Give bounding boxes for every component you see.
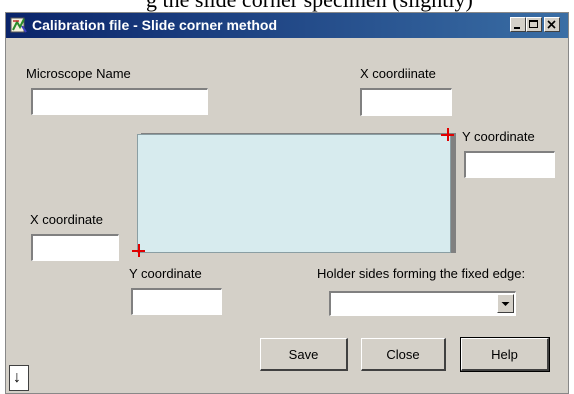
top-right-corner-marker	[441, 128, 454, 141]
bottom-left-y-label: Y coordinate	[129, 266, 202, 281]
top-right-x-input[interactable]	[362, 90, 451, 115]
top-right-x-field[interactable]	[360, 88, 452, 116]
microscope-name-label: Microscope Name	[26, 66, 131, 81]
bottom-left-x-input[interactable]	[33, 236, 118, 260]
bottom-left-y-input[interactable]	[133, 290, 221, 314]
dropdown-arrow-button[interactable]	[497, 294, 514, 313]
document-caption-fragment: g the slide corner specimen (slightly)	[0, 0, 574, 12]
top-right-y-input[interactable]	[466, 153, 554, 177]
bottom-left-x-label: X coordinate	[30, 212, 103, 227]
window-title: Calibration file - Slide corner method	[32, 17, 278, 33]
top-right-x-label: X coordiinate	[360, 66, 436, 81]
down-arrow-button[interactable]: ↓	[9, 365, 29, 391]
bottom-left-corner-marker	[132, 244, 145, 257]
microscope-name-input[interactable]	[33, 90, 207, 114]
down-arrow-icon: ↓	[13, 369, 21, 386]
close-button[interactable]: Close	[361, 338, 446, 371]
maximize-icon	[529, 20, 538, 28]
caption-text: g the slide corner specimen (slightly)	[146, 0, 566, 12]
slide-diagram	[137, 134, 451, 253]
help-button[interactable]: Help	[460, 337, 550, 372]
close-window-button[interactable]	[544, 17, 560, 32]
save-button[interactable]: Save	[260, 338, 348, 371]
bottom-left-y-field[interactable]	[131, 288, 222, 315]
calibration-dialog: Calibration file - Slide corner method M…	[5, 12, 569, 394]
chevron-down-icon	[501, 302, 510, 306]
close-icon	[547, 20, 556, 29]
title-bar[interactable]: Calibration file - Slide corner method	[6, 13, 568, 38]
app-icon	[10, 17, 27, 33]
holder-sides-label: Holder sides forming the fixed edge:	[317, 266, 526, 281]
top-right-y-field[interactable]	[464, 151, 555, 178]
microscope-name-field[interactable]	[31, 88, 208, 115]
maximize-button[interactable]	[526, 17, 542, 32]
holder-sides-dropdown[interactable]	[329, 291, 516, 316]
minimize-button[interactable]	[510, 17, 526, 32]
top-right-y-label: Y coordinate	[462, 129, 535, 144]
minimize-icon	[514, 27, 520, 29]
bottom-left-x-field[interactable]	[31, 234, 119, 261]
